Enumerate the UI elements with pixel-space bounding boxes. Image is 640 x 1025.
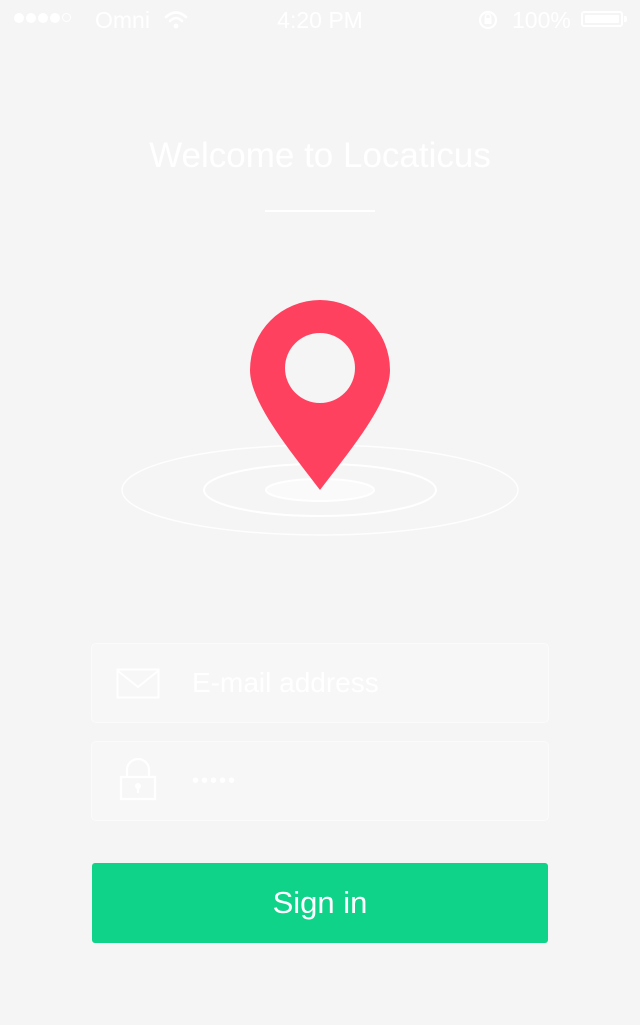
lock-icon: [116, 757, 160, 801]
status-bar: Omni 4:20 PM 100%: [0, 0, 640, 40]
email-field[interactable]: [92, 644, 548, 722]
battery-tip: [624, 16, 627, 22]
password-field[interactable]: [92, 742, 548, 820]
battery-icon: [581, 11, 623, 27]
page-title: Welcome to Locaticus: [149, 136, 491, 175]
battery-percent: 100%: [512, 7, 571, 33]
rotation-lock-icon: [477, 9, 499, 37]
title-divider: [265, 210, 375, 212]
location-pin-icon: [250, 300, 390, 490]
sign-in-button[interactable]: Sign in: [92, 863, 548, 943]
mail-icon: [116, 663, 160, 703]
password-input[interactable]: [192, 742, 522, 820]
email-input[interactable]: [192, 644, 522, 722]
location-pin-illustration: [110, 290, 530, 550]
